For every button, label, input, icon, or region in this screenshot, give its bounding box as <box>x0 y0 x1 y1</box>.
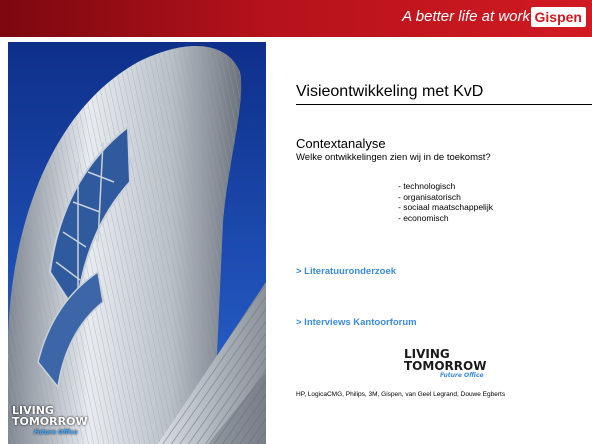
list-item: - economisch <box>398 212 449 223</box>
slide-title: Visieontwikkeling met KvD <box>296 83 484 100</box>
list-item: - organisatorisch <box>398 191 461 202</box>
living-tomorrow-photo-logo: LIVING TOMORROW Future Office <box>12 405 88 438</box>
header-bar: A better life at work Gispen <box>0 0 592 37</box>
section-question: Welke ontwikkelingen zien wij in de toek… <box>296 152 491 163</box>
list-item: - sociaal maatschappelijk <box>398 202 493 212</box>
section-subtitle: Contextanalyse <box>296 136 386 151</box>
development-list: - technologisch - organisatorisch - soci… <box>398 181 493 223</box>
title-area: Visieontwikkeling met KvD <box>296 83 592 105</box>
lt-logo-line2: TOMORROW <box>404 359 487 373</box>
list-item: - technologisch <box>398 181 456 191</box>
interviews-link[interactable]: > Interviews Kantoorforum <box>296 317 417 328</box>
living-tomorrow-logo: LIVING TOMORROW Future Office <box>404 348 486 380</box>
building-photo: LIVING TOMORROW Future Office <box>8 42 266 444</box>
photo-logo-line2: TOMORROW <box>12 415 88 428</box>
tagline: A better life at work <box>402 8 530 25</box>
photo-logo-sub: Future Office <box>34 429 78 436</box>
literature-research-link[interactable]: > Literatuuronderzoek <box>296 266 396 277</box>
lt-logo-sub: Future Office <box>440 372 484 379</box>
context-section: Contextanalyse Welke ontwikkelingen zien… <box>296 136 592 163</box>
partners-list: HP, LogicaCMG, Philips, 3M, Gispen, van … <box>296 391 506 398</box>
gispen-logo: Gispen <box>530 7 586 27</box>
